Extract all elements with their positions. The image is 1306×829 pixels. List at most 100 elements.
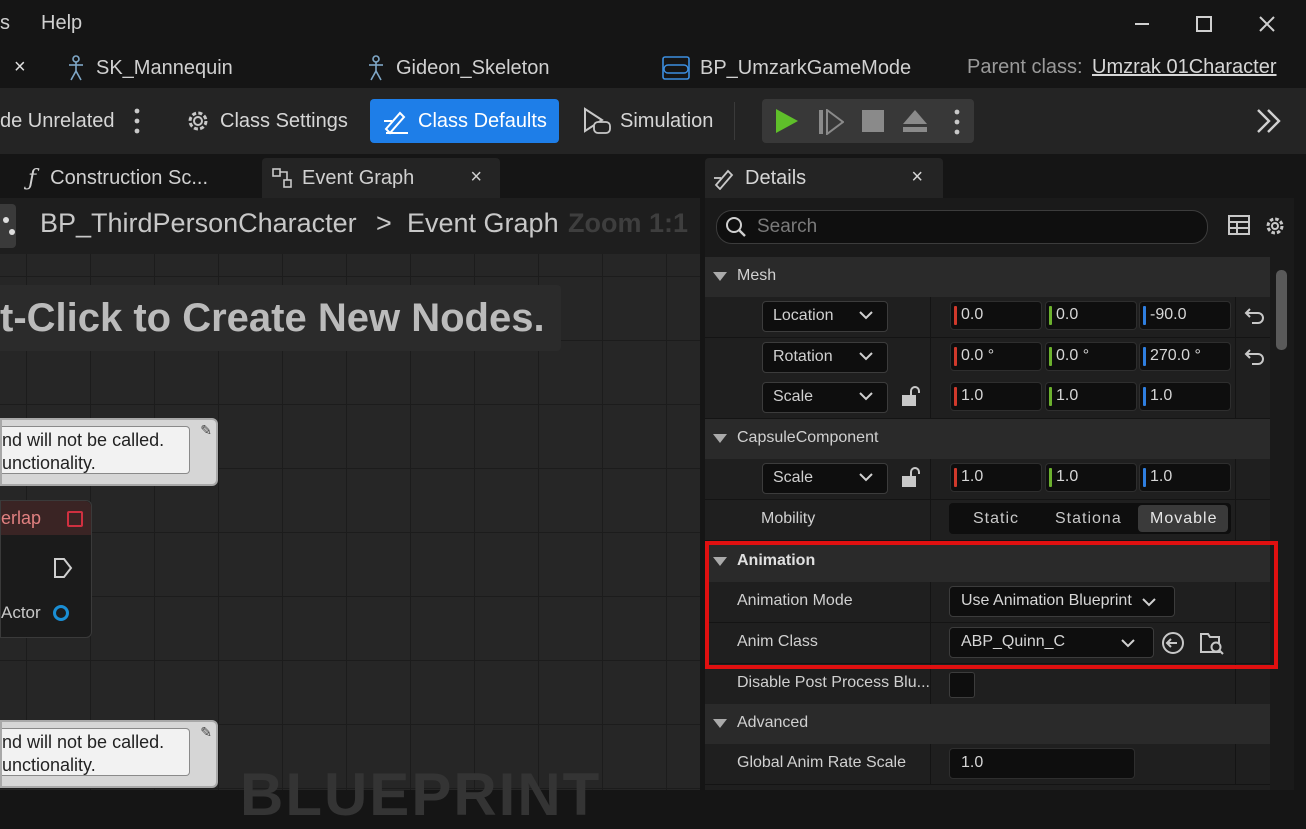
node-pin-label: Actor	[1, 603, 41, 622]
property-row-rotation: Rotation 0.0 ° 0.0 ° 270.0 °	[705, 338, 1270, 379]
overlap-event-node[interactable]: erlap Actor	[0, 500, 92, 638]
play-options-icon[interactable]	[954, 108, 960, 141]
mobility-static[interactable]: Static	[973, 510, 1019, 528]
pin-icon[interactable]: ✎	[200, 724, 212, 741]
unlock-icon[interactable]	[901, 466, 921, 488]
gamepad-icon	[662, 56, 690, 80]
comment-node[interactable]: nd will not be called. unctionality. ✎	[0, 418, 218, 486]
class-defaults-label: Class Defaults	[418, 109, 547, 132]
location-z-field[interactable]: -90.0	[1139, 301, 1231, 330]
maximize-button[interactable]	[1184, 8, 1224, 40]
parent-class-link[interactable]: Umzrak 01Character	[1092, 56, 1277, 79]
breadcrumb: BP_ThirdPersonCharacter > Event Graph Zo…	[0, 198, 700, 254]
class-settings-label: Class Settings	[220, 109, 348, 132]
breadcrumb-graph[interactable]: Event Graph	[407, 208, 559, 239]
menu-item-help[interactable]: Help	[41, 12, 82, 35]
close-window-button[interactable]	[1247, 8, 1287, 40]
scale-dropdown[interactable]: Scale	[762, 382, 888, 413]
breadcrumb-blueprint[interactable]: BP_ThirdPersonCharacter	[40, 208, 357, 239]
stop-button[interactable]	[862, 110, 884, 137]
global-anim-rate-field[interactable]: 1.0	[949, 748, 1135, 779]
rotation-z-field[interactable]: 270.0 °	[1139, 342, 1231, 371]
hide-unrelated-button[interactable]: de Unrelated	[0, 99, 115, 143]
step-button[interactable]	[818, 108, 845, 140]
property-row-capsule-scale: Scale 1.0 1.0 1.0	[705, 459, 1270, 500]
class-settings-button[interactable]: Class Settings	[184, 99, 348, 143]
tab-sk-mannequin[interactable]: SK_Mannequin	[66, 48, 233, 88]
location-y-field[interactable]: 0.0	[1045, 301, 1137, 330]
close-tab-icon[interactable]: ×	[470, 166, 482, 189]
collapse-arrow-icon[interactable]	[713, 719, 727, 728]
tab-gideon-skeleton[interactable]: Gideon_Skeleton	[366, 48, 549, 88]
scale-z-field[interactable]: 1.0	[1139, 463, 1231, 492]
graph-icon	[272, 168, 292, 188]
location-x-field[interactable]: 0.0	[950, 301, 1042, 330]
location-dropdown[interactable]: Location	[762, 301, 888, 332]
property-label: Global Anim Rate Scale	[737, 754, 906, 771]
class-defaults-button[interactable]: Class Defaults	[370, 99, 559, 143]
simulation-button[interactable]: Simulation	[582, 99, 713, 143]
property-row-global-anim-rate: Global Anim Rate Scale 1.0	[705, 744, 1270, 785]
exec-pin-icon[interactable]	[53, 557, 73, 584]
scale-y-field[interactable]: 1.0	[1045, 382, 1137, 411]
pin-icon[interactable]: ✎	[200, 422, 212, 439]
tab-event-graph[interactable]: Event Graph ×	[262, 158, 500, 198]
scale-x-field[interactable]: 1.0	[950, 382, 1042, 411]
table-view-icon[interactable]	[1228, 215, 1250, 240]
comment-node[interactable]: nd will not be called. unctionality. ✎	[0, 720, 218, 788]
tab-construction-script[interactable]: ƒ Construction Sc...	[28, 158, 208, 198]
scale-y-field[interactable]: 1.0	[1045, 463, 1137, 492]
chevron-down-icon	[859, 473, 873, 482]
skeleton-icon	[66, 55, 86, 81]
category-advanced[interactable]: Advanced	[705, 704, 1270, 745]
collapse-arrow-icon[interactable]	[713, 272, 727, 281]
play-button[interactable]	[774, 108, 800, 139]
tab-label: Gideon_Skeleton	[396, 56, 550, 79]
scale-z-field[interactable]: 1.0	[1139, 382, 1231, 411]
rotation-x-field[interactable]: 0.0 °	[950, 342, 1042, 371]
search-input[interactable]: Search	[757, 216, 817, 238]
play-controls	[762, 99, 974, 143]
tab-details[interactable]: Details ×	[705, 158, 943, 198]
unlock-icon[interactable]	[901, 385, 921, 407]
toolbar-divider	[734, 102, 735, 140]
category-mesh[interactable]: Mesh	[705, 257, 1270, 298]
graph-nav-icon[interactable]	[0, 204, 16, 248]
more-options-icon[interactable]	[134, 108, 140, 139]
close-tab-icon[interactable]: ×	[911, 166, 923, 189]
title-bar: s Help	[0, 0, 1306, 48]
scrollbar-thumb[interactable]	[1276, 270, 1287, 350]
comment-text: nd will not be called. unctionality.	[2, 728, 190, 776]
rotation-y-field[interactable]: 0.0 °	[1045, 342, 1137, 371]
node-delegate-icon[interactable]	[67, 511, 83, 527]
settings-gear-icon[interactable]	[1263, 214, 1287, 243]
scale-x-field[interactable]: 1.0	[950, 463, 1042, 492]
zoom-level: Zoom 1:1	[568, 208, 689, 238]
chevron-down-icon	[859, 311, 873, 320]
reset-arrow-icon[interactable]	[1244, 347, 1266, 365]
collapse-arrow-icon[interactable]	[713, 434, 727, 443]
maximize-icon	[1196, 16, 1212, 32]
blueprint-watermark: BLUEPRINT	[240, 761, 602, 828]
menu-item-partial[interactable]: s	[0, 12, 10, 35]
details-search[interactable]: Search	[716, 210, 1208, 244]
close-tab-icon[interactable]: ×	[14, 56, 26, 79]
scale-dropdown[interactable]: Scale	[762, 463, 888, 494]
mobility-movable[interactable]: Movable	[1138, 505, 1228, 532]
expand-toolbar-icon[interactable]	[1256, 108, 1282, 139]
tab-bp-umzark-gamemode[interactable]: BP_UmzarkGameMode	[662, 48, 911, 88]
mobility-option-label: Movable	[1150, 510, 1218, 527]
category-capsule-component[interactable]: CapsuleComponent	[705, 419, 1270, 460]
object-pin-icon[interactable]	[53, 605, 69, 621]
property-label: Disable Post Process Blu...	[737, 674, 930, 691]
minimize-button[interactable]	[1122, 8, 1162, 40]
disable-post-process-checkbox[interactable]	[949, 672, 975, 698]
eject-button[interactable]	[902, 109, 928, 138]
tab-label: Event Graph	[302, 166, 415, 189]
create-nodes-hint: t-Click to Create New Nodes.	[0, 285, 561, 351]
mobility-stationary[interactable]: Stationa	[1055, 510, 1122, 528]
reset-arrow-icon[interactable]	[1244, 306, 1266, 324]
property-row-scale: Scale 1.0 1.0 1.0	[705, 378, 1270, 419]
rotation-dropdown[interactable]: Rotation	[762, 342, 888, 373]
animation-highlight-box	[705, 541, 1278, 669]
